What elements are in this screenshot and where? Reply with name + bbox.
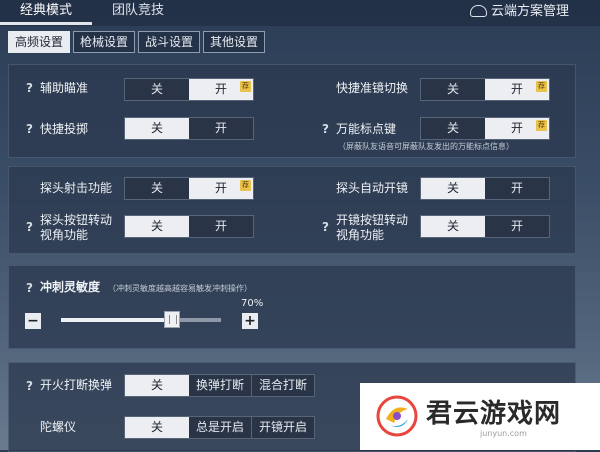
slider-thumb[interactable] (164, 311, 180, 328)
tab-team-deathmatch[interactable]: 团队竞技 (98, 0, 178, 22)
help-icon[interactable]: ? (26, 379, 33, 393)
help-icon[interactable]: ? (26, 81, 33, 95)
site-logo-icon (376, 395, 418, 437)
assist-aim-toggle[interactable]: 关 开荐 (124, 78, 254, 101)
quick-throw-on[interactable]: 开 (189, 118, 253, 139)
gyroscope-selector[interactable]: 关 总是开启 开镜开启 (124, 416, 315, 439)
top-bar: 经典模式 团队竞技 云端方案管理 (0, 0, 600, 26)
decrease-button[interactable]: − (25, 313, 41, 329)
quick-scope-label: 快捷准镜切换 (336, 81, 409, 95)
site-watermark: 君云游戏网 junyun.com (360, 383, 600, 450)
cloud-icon (470, 4, 487, 17)
watermark-subtitle: junyun.com (480, 429, 527, 438)
peek-rotate-off[interactable]: 关 (125, 216, 189, 237)
scope-rotate-label-line1: 开镜按钮转动 (336, 213, 409, 227)
assist-aim-on-label: 开 (214, 82, 227, 96)
peek-fire-toggle[interactable]: 关 开荐 (124, 177, 254, 200)
scope-rotate-label-line2: 视角功能 (336, 228, 385, 242)
tab-combat-settings[interactable]: 战斗设置 (138, 31, 201, 53)
fire-interrupt-reload[interactable]: 换弹打断 (189, 375, 251, 396)
fire-interrupt-selector[interactable]: 关 换弹打断 混合打断 (124, 374, 315, 397)
sprint-sensitivity-label: 冲刺灵敏度 (40, 280, 101, 294)
quick-throw-off[interactable]: 关 (125, 118, 189, 139)
tab-classic-mode[interactable]: 经典模式 (0, 0, 92, 22)
assist-aim-on[interactable]: 开荐 (189, 79, 253, 100)
marker-key-note: （屏蔽队友语音可屏蔽队友发出的万能标点信息） (338, 142, 514, 151)
peek-rotate-label-line2: 视角功能 (40, 228, 89, 242)
peek-rotate-toggle[interactable]: 关 开 (124, 215, 254, 238)
scope-rotate-off[interactable]: 关 (421, 216, 485, 237)
quick-throw-label: 快捷投掷 (40, 122, 89, 136)
gyroscope-off[interactable]: 关 (125, 417, 189, 438)
peek-fire-off[interactable]: 关 (125, 178, 189, 199)
tab-other-settings[interactable]: 其他设置 (203, 31, 266, 53)
recommended-badge: 荐 (536, 81, 547, 92)
peek-auto-scope-label: 探头自动开镜 (336, 181, 409, 195)
help-icon[interactable]: ? (26, 122, 33, 136)
help-icon[interactable]: ? (322, 220, 329, 234)
marker-key-toggle[interactable]: 关 开荐 (420, 117, 550, 140)
assist-aim-off[interactable]: 关 (125, 79, 189, 100)
peek-rotate-label-line1: 探头按钮转动 (40, 213, 113, 227)
watermark-title: 君云游戏网 (426, 399, 562, 429)
scope-rotate-on[interactable]: 开 (485, 216, 549, 237)
tab-weapon-settings[interactable]: 枪械设置 (73, 31, 136, 53)
scope-rotate-toggle[interactable]: 关 开 (420, 215, 550, 238)
gyroscope-always-on[interactable]: 总是开启 (189, 417, 251, 438)
marker-key-label: 万能标点键 (336, 122, 397, 136)
gyroscope-scope-on[interactable]: 开镜开启 (251, 417, 314, 438)
active-tab-indicator (0, 22, 92, 25)
peek-fire-on-label: 开 (214, 181, 227, 195)
panel-sprint-sensitivity (8, 265, 576, 349)
cloud-scheme-label: 云端方案管理 (491, 4, 570, 19)
quick-scope-toggle[interactable]: 关 开荐 (420, 78, 550, 101)
peek-auto-scope-off[interactable]: 关 (421, 178, 485, 199)
fire-interrupt-off[interactable]: 关 (125, 375, 189, 396)
recommended-badge: 荐 (240, 180, 251, 191)
sprint-sensitivity-slider[interactable] (61, 311, 221, 328)
quick-throw-toggle[interactable]: 关 开 (124, 117, 254, 140)
settings-sub-tabs: 高频设置 枪械设置 战斗设置 其他设置 (8, 31, 268, 53)
sprint-sensitivity-note: （冲刺灵敏度越高越容易触发冲刺操作） (108, 284, 252, 293)
peek-rotate-on[interactable]: 开 (189, 216, 253, 237)
quick-scope-off[interactable]: 关 (421, 79, 485, 100)
cloud-scheme-button[interactable]: 云端方案管理 (470, 2, 569, 22)
fire-interrupt-label: 开火打断换弹 (40, 378, 113, 392)
sprint-sensitivity-value: 70% (241, 298, 264, 309)
tab-high-frequency[interactable]: 高频设置 (8, 31, 71, 53)
peek-auto-scope-toggle[interactable]: 关 开 (420, 177, 550, 200)
help-icon[interactable]: ? (26, 281, 33, 295)
marker-key-off[interactable]: 关 (421, 118, 485, 139)
recommended-badge: 荐 (536, 120, 547, 131)
fire-interrupt-mixed[interactable]: 混合打断 (251, 375, 314, 396)
peek-fire-label: 探头射击功能 (40, 181, 113, 195)
increase-button[interactable]: + (242, 313, 258, 329)
slider-fill (61, 318, 173, 322)
peek-fire-on[interactable]: 开荐 (189, 178, 253, 199)
gyroscope-label: 陀螺仪 (40, 420, 77, 434)
marker-key-on-label: 开 (510, 121, 523, 135)
peek-auto-scope-on[interactable]: 开 (485, 178, 549, 199)
help-icon[interactable]: ? (26, 220, 33, 234)
recommended-badge: 荐 (240, 81, 251, 92)
quick-scope-on[interactable]: 开荐 (485, 79, 549, 100)
assist-aim-label: 辅助瞄准 (40, 81, 89, 95)
marker-key-on[interactable]: 开荐 (485, 118, 549, 139)
help-icon[interactable]: ? (322, 122, 329, 136)
quick-scope-on-label: 开 (510, 82, 523, 96)
